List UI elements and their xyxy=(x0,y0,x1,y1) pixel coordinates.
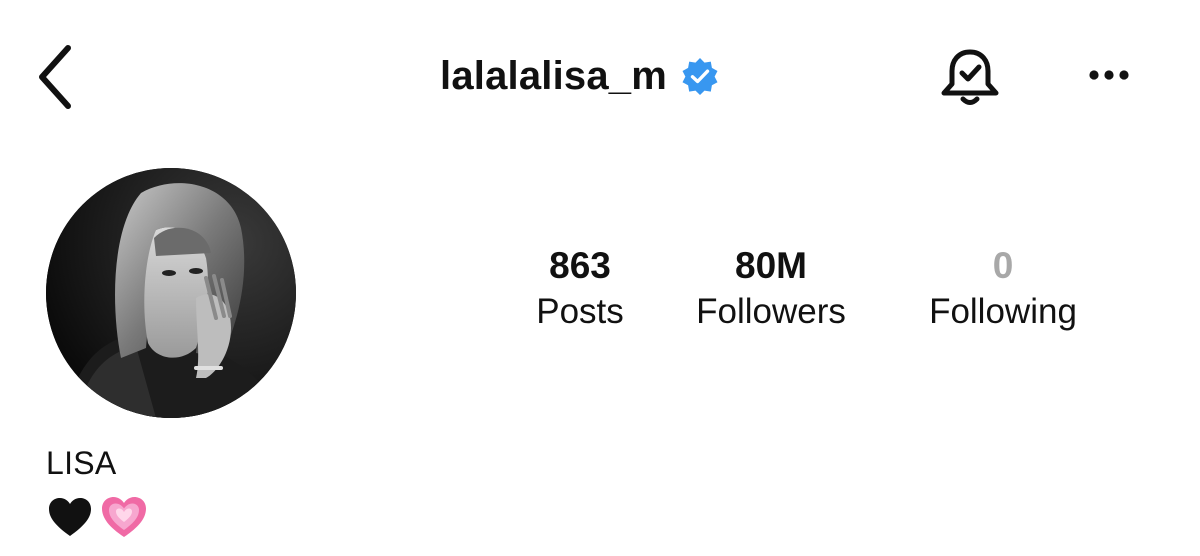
following-stat[interactable]: 0 Following xyxy=(893,244,1113,334)
username: lalalalisa_m xyxy=(440,54,668,98)
more-horizontal-icon xyxy=(1089,70,1129,80)
followers-stat[interactable]: 80M Followers xyxy=(661,244,881,334)
verified-badge-icon xyxy=(682,58,718,95)
display-name: LISA xyxy=(46,445,117,481)
profile-photo xyxy=(46,168,296,418)
followers-count: 80M xyxy=(735,245,807,286)
profile-stats: 863 Posts 80M Followers 0 Following xyxy=(440,244,1140,344)
posts-label: Posts xyxy=(536,292,624,331)
notifications-button[interactable] xyxy=(935,46,1005,110)
chevron-left-icon xyxy=(39,45,71,109)
profile-header: lalalalisa_m xyxy=(0,0,1200,150)
following-label: Following xyxy=(929,292,1077,331)
more-options-button[interactable] xyxy=(1080,55,1140,95)
growing-heart-icon xyxy=(102,497,146,537)
profile-avatar[interactable] xyxy=(46,168,296,418)
profile-title: lalalalisa_m xyxy=(440,50,800,102)
posts-stat[interactable]: 863 Posts xyxy=(470,244,690,334)
back-button[interactable] xyxy=(30,42,80,112)
black-heart-icon xyxy=(49,498,91,536)
following-count: 0 xyxy=(992,245,1014,286)
posts-count: 863 xyxy=(549,245,611,286)
profile-bio xyxy=(46,492,148,542)
bell-check-icon xyxy=(941,49,999,105)
followers-label: Followers xyxy=(696,292,846,331)
